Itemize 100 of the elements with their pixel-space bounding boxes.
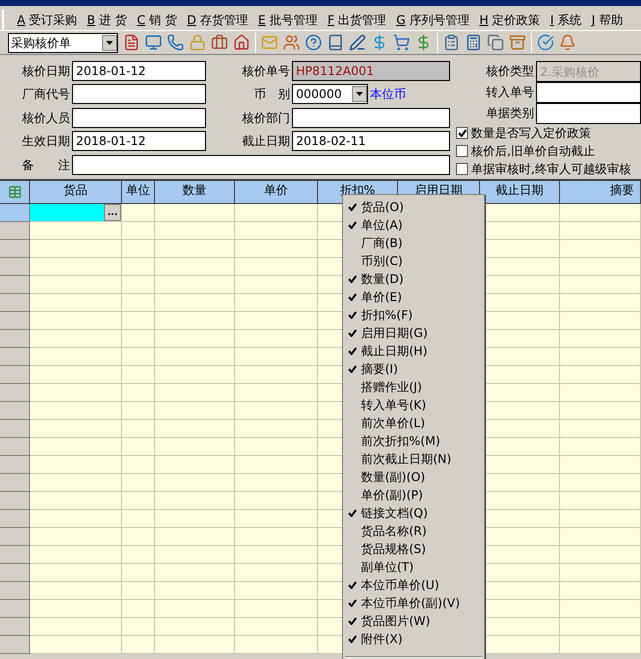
copy-icon[interactable] — [487, 34, 504, 51]
menu-item[interactable]: 货品图片(W) — [343, 612, 484, 630]
row-header[interactable] — [0, 348, 30, 366]
document-icon[interactable] — [123, 34, 140, 51]
menu-item[interactable]: 前次截止日期(N) — [343, 450, 484, 468]
menu-item[interactable]: 货品名称(R) — [343, 522, 484, 540]
menu-item[interactable]: E 批号管理 — [253, 11, 322, 29]
row-header[interactable] — [0, 438, 30, 456]
monitor-icon[interactable] — [145, 34, 162, 51]
row-header[interactable] — [0, 600, 30, 618]
input-field[interactable]: 2018-02-11 — [292, 131, 450, 152]
calculator-icon[interactable] — [465, 34, 482, 51]
row-header[interactable] — [0, 204, 30, 222]
menu-item[interactable]: 折扣%(F) — [343, 306, 484, 324]
box-icon[interactable] — [509, 34, 526, 51]
input-field[interactable] — [536, 103, 641, 124]
row-header[interactable] — [0, 240, 30, 258]
row-header[interactable] — [0, 546, 30, 564]
menu-item[interactable]: 附件(X) — [343, 630, 484, 648]
bell-icon[interactable] — [559, 34, 576, 51]
menu-item[interactable]: 单价(E) — [343, 288, 484, 306]
menu-item[interactable]: F 出货管理 — [322, 11, 392, 29]
row-header[interactable] — [0, 420, 30, 438]
menu-item[interactable]: A 受订采购 — [12, 11, 82, 29]
menu-item[interactable]: 链接文档(Q) — [343, 504, 484, 522]
row-header[interactable] — [0, 456, 30, 474]
row-header[interactable] — [0, 564, 30, 582]
house-icon[interactable] — [233, 34, 250, 51]
menu-item[interactable]: H 定价政策 — [474, 11, 546, 29]
row-header[interactable] — [0, 636, 30, 654]
remark-field[interactable] — [72, 154, 450, 175]
row-header[interactable] — [0, 294, 30, 312]
help-icon[interactable] — [305, 34, 322, 51]
pen-icon[interactable] — [349, 34, 366, 51]
menu-item[interactable]: 前次单价(L) — [343, 414, 484, 432]
menu-item[interactable]: C 销 货 — [132, 11, 182, 29]
menu-item[interactable]: 搭赠作业(J) — [343, 378, 484, 396]
menu-item[interactable]: I 系统 — [545, 11, 587, 29]
currency-select[interactable]: 000000 — [292, 84, 368, 104]
column-header[interactable]: 数量 — [155, 181, 235, 204]
row-header[interactable] — [0, 276, 30, 294]
checkbox[interactable] — [456, 163, 468, 175]
column-header[interactable]: 单位 — [122, 181, 155, 204]
row-header[interactable] — [0, 402, 30, 420]
row-header[interactable] — [0, 222, 30, 240]
menu-item[interactable]: B 进 货 — [82, 11, 132, 29]
row-header[interactable] — [0, 510, 30, 528]
menu-item[interactable]: 本位币单价(U) — [343, 576, 484, 594]
menu-item[interactable]: J 帮助 — [586, 11, 628, 29]
menu-item[interactable]: 副单位(T) — [343, 558, 484, 576]
menu-item[interactable]: 币别(C) — [343, 252, 484, 270]
row-header[interactable] — [0, 312, 30, 330]
column-header[interactable]: 单价 — [235, 181, 318, 204]
row-header[interactable] — [0, 258, 30, 276]
menu-item[interactable]: 转入单号(K) — [343, 396, 484, 414]
menu-item[interactable]: 厂商(B) — [343, 234, 484, 252]
menu-item[interactable]: 货品规格(S) — [343, 540, 484, 558]
input-field[interactable]: 2018-01-12 — [72, 131, 206, 152]
people-icon[interactable] — [283, 34, 300, 51]
spreadsheet-icon — [8, 185, 22, 199]
input-field[interactable] — [536, 82, 641, 103]
cart-icon[interactable] — [393, 34, 410, 51]
input-field[interactable] — [292, 108, 450, 128]
document-type-select[interactable]: 采购核价单 — [8, 32, 118, 52]
input-field[interactable] — [72, 84, 206, 104]
menu-item[interactable]: 单位(A) — [343, 216, 484, 234]
row-header[interactable] — [0, 366, 30, 384]
row-header[interactable] — [0, 582, 30, 600]
row-header[interactable] — [0, 528, 30, 546]
menu-item[interactable]: 本位币单价(副)(V) — [343, 594, 484, 612]
input-field[interactable] — [72, 108, 206, 128]
menu-item[interactable]: 摘要(I) — [343, 360, 484, 378]
check-icon[interactable] — [537, 34, 554, 51]
menu-item[interactable]: 启用日期(G) — [343, 324, 484, 342]
active-cell[interactable] — [30, 204, 104, 221]
menu-item[interactable]: 前次折扣%(M) — [343, 432, 484, 450]
row-header[interactable] — [0, 474, 30, 492]
menu-item[interactable]: G 序列号管理 — [391, 11, 474, 29]
menu-item[interactable]: D 存货管理 — [182, 11, 254, 29]
row-header[interactable] — [0, 492, 30, 510]
report-icon[interactable] — [443, 34, 460, 51]
menu-item[interactable]: 数量(D) — [343, 270, 484, 288]
phone-icon[interactable] — [167, 34, 184, 51]
menu-item[interactable]: 单价(副)(P) — [343, 486, 484, 504]
envelope-icon[interactable] — [261, 34, 278, 51]
input-field[interactable]: HP8112A001 — [292, 61, 450, 81]
input-field[interactable]: 2018-01-12 — [72, 61, 206, 81]
lock-icon[interactable] — [189, 34, 206, 51]
book-icon[interactable] — [327, 34, 344, 51]
row-header[interactable] — [0, 330, 30, 348]
row-header[interactable] — [0, 384, 30, 402]
checkbox[interactable] — [456, 127, 468, 139]
briefcase-icon[interactable] — [211, 34, 228, 51]
checkbox[interactable] — [456, 145, 468, 157]
menu-item[interactable]: 数量(副)(O) — [343, 468, 484, 486]
currency-link[interactable]: 本位币 — [368, 85, 406, 104]
browse-button[interactable]: ... — [104, 204, 121, 221]
column-header[interactable]: 摘要 — [560, 181, 641, 204]
menu-item[interactable]: 截止日期(H) — [343, 342, 484, 360]
row-header[interactable] — [0, 618, 30, 636]
